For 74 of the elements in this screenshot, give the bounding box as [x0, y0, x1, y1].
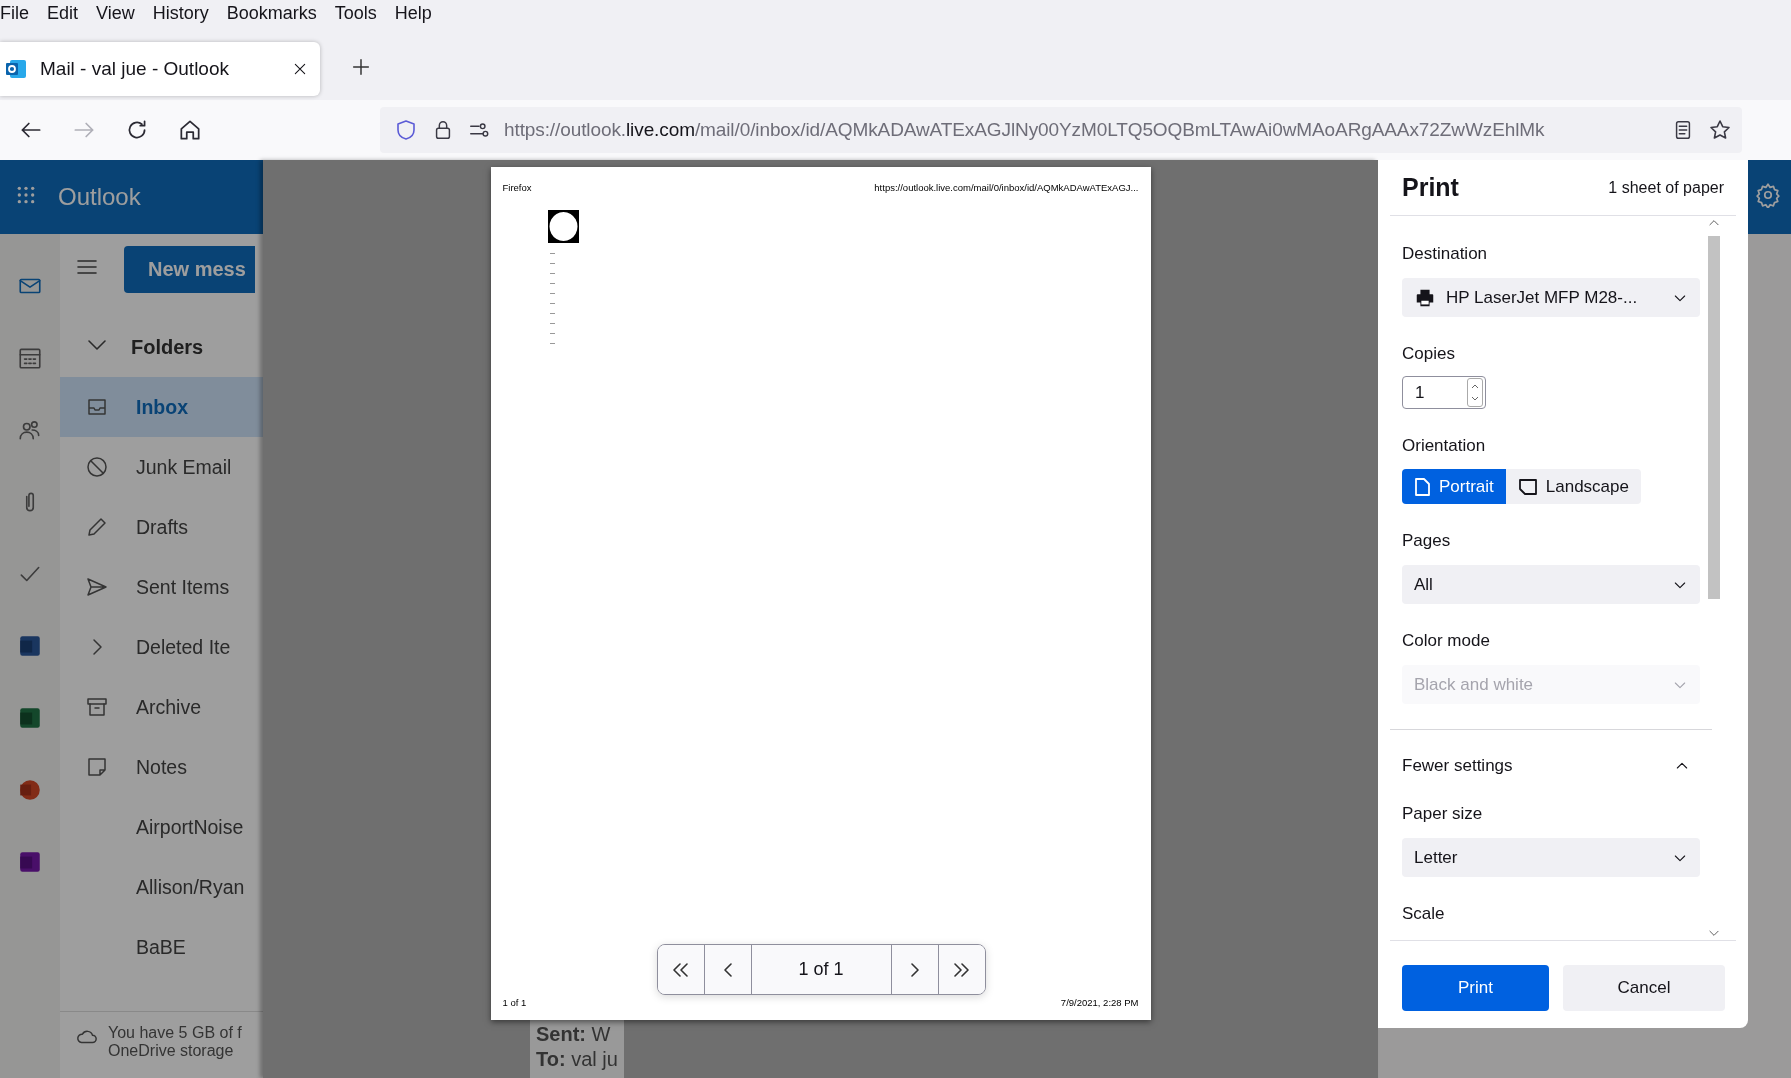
- page-header-text: Firefox: [502, 182, 532, 193]
- folder-item[interactable]: Archive: [60, 677, 263, 737]
- pages-select[interactable]: All: [1402, 565, 1700, 604]
- last-page-button[interactable]: [937, 945, 985, 994]
- folder-item[interactable]: Drafts: [60, 497, 263, 557]
- field-label: Scale: [1402, 903, 1445, 925]
- app-name: Outlook: [58, 183, 141, 211]
- field-label: Paper size: [1402, 803, 1483, 825]
- note-icon: [85, 755, 109, 779]
- browser-tab[interactable]: Mail - val jue - Outlook: [0, 42, 320, 96]
- sheet-count: 1 sheet of paper: [1608, 178, 1724, 197]
- panel-title: Print: [1402, 173, 1459, 202]
- address-bar[interactable]: https://outlook.live.com/mail/0/inbox/id/AQMkADAwATExAGJlNy00YzM0LTQ5OQBmLTAwAi0wMAoARgAAAx72ZwWzEhlMk: [380, 107, 1742, 153]
- storage-note: OneDrive storage: [108, 1042, 235, 1060]
- previous-page-button[interactable]: [704, 945, 752, 994]
- page-counter: 1 of 1: [797, 958, 845, 981]
- orientation-option[interactable]: Portrait: [1402, 469, 1506, 504]
- prohibited-icon: [85, 455, 109, 479]
- folders-heading: Folders: [131, 335, 204, 359]
- menu-item[interactable]: History: [152, 2, 217, 24]
- storage-note: You have 5 GB of f: [108, 1024, 242, 1042]
- orientation-option[interactable]: Landscape: [1505, 469, 1641, 504]
- double-chevron-right-icon: [954, 962, 969, 977]
- scrollbar-thumb[interactable]: [1708, 236, 1720, 599]
- print-button[interactable]: Print: [1402, 965, 1549, 1011]
- new-message-button[interactable]: New mess: [124, 245, 255, 293]
- field-label: Pages: [1402, 530, 1451, 552]
- app-launcher-icon[interactable]: [16, 185, 36, 205]
- new-tab-icon[interactable]: [350, 56, 372, 78]
- folder-item[interactable]: Allison/Ryan: [60, 857, 263, 917]
- archive-box-icon: [85, 695, 109, 719]
- folder-item[interactable]: AirportNoise: [60, 797, 263, 857]
- field-label: Color mode: [1402, 630, 1490, 652]
- folder-item[interactable]: Notes: [60, 737, 263, 797]
- bookmark-star-icon[interactable]: [1708, 118, 1732, 142]
- menu-item[interactable]: Bookmarks: [226, 2, 325, 24]
- close-icon[interactable]: [292, 61, 308, 77]
- chevron-left-icon: [723, 962, 732, 977]
- email-header-line: To: val ju: [536, 1048, 618, 1071]
- field-label: Copies: [1402, 343, 1455, 365]
- cancel-button[interactable]: Cancel: [1563, 965, 1725, 1011]
- field-label: Destination: [1402, 243, 1488, 265]
- send-icon: [85, 575, 109, 599]
- field-label: Orientation: [1402, 435, 1486, 457]
- folder-item[interactable]: BaBE: [60, 917, 263, 977]
- destination-select[interactable]: HP LaserJet MFP M28-...: [1402, 278, 1700, 317]
- menu-item[interactable]: View: [96, 2, 143, 24]
- page-header-url: https://outlook.live.com/mail/0/inbox/id/AQMkADAwATExAGJ...: [874, 182, 1139, 193]
- folder-item[interactable]: Deleted Ite: [60, 617, 263, 677]
- page-footer-text: 1 of 1: [502, 997, 527, 1008]
- landscape-page-icon: [1517, 477, 1538, 496]
- portrait-page-icon: [1414, 476, 1431, 497]
- double-chevron-left-icon: [673, 962, 688, 977]
- folder-item[interactable]: Junk Email: [60, 437, 263, 497]
- fewer-settings-toggle[interactable]: Fewer settings: [1402, 755, 1700, 777]
- menu-item[interactable]: File: [0, 2, 37, 24]
- menu-item[interactable]: Edit: [47, 2, 87, 24]
- menu-item[interactable]: Help: [394, 2, 440, 24]
- next-page-button[interactable]: [890, 945, 938, 994]
- menu-item[interactable]: Tools: [334, 2, 385, 24]
- first-page-button[interactable]: [657, 945, 705, 994]
- paper-size-select[interactable]: Letter: [1402, 838, 1700, 877]
- image-placeholder-icon: [547, 210, 579, 243]
- folder-item[interactable]: Sent Items: [60, 557, 263, 617]
- spinner-icon[interactable]: [1467, 378, 1483, 407]
- copies-field[interactable]: 1: [1402, 376, 1486, 409]
- url-text: https://outlook.live.com/mail/0/inbox/id/AQMkADAwATExAGJlNy00YzM0LTQ5OQBmLTAwAi0wMAoARgAAAx72ZwWzEhlMk: [504, 119, 1546, 141]
- shield-icon: [394, 118, 418, 142]
- page-footer-date: 7/9/2021, 2:28 PM: [1060, 997, 1139, 1008]
- pencil-icon: [85, 515, 109, 539]
- chevron-right-icon: [910, 962, 919, 977]
- outlook-logo-icon: [4, 57, 28, 81]
- email-header-line: Sent: W: [536, 1023, 612, 1046]
- settings-icon[interactable]: [1755, 182, 1781, 208]
